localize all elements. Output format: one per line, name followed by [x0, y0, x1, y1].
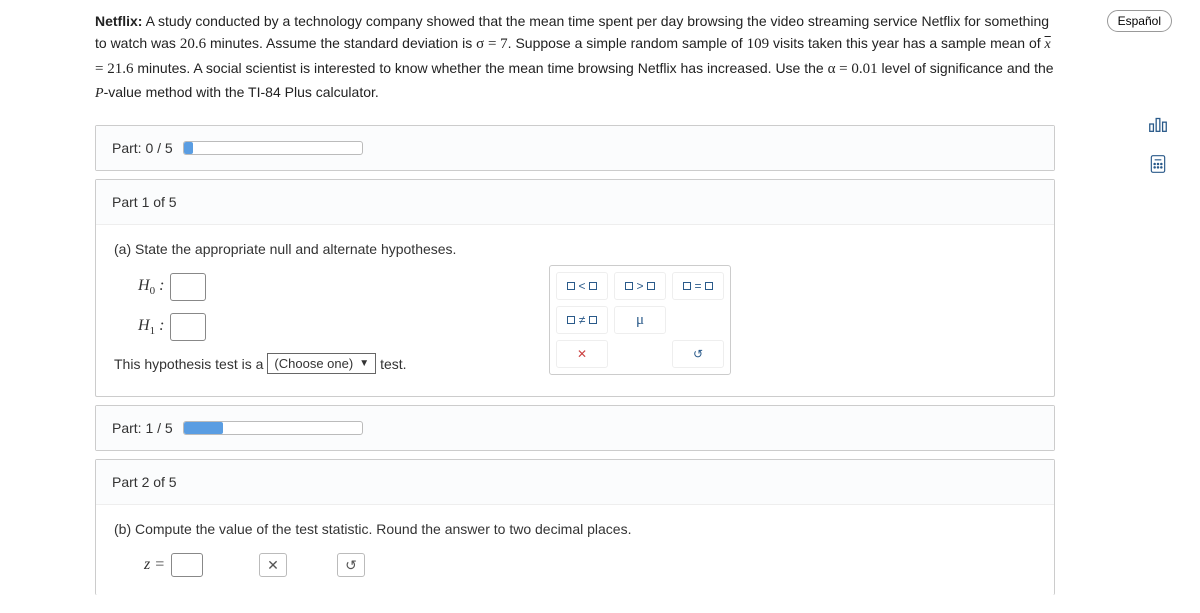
part-1-header: Part 1 of 5 [96, 180, 1054, 225]
lt-button[interactable]: < [556, 272, 608, 300]
sidebar-tools [1144, 110, 1172, 178]
language-button[interactable]: Español [1107, 10, 1172, 32]
ne-button[interactable]: ≠ [556, 306, 608, 334]
reset-button[interactable]: ↺ [672, 340, 724, 368]
z-input[interactable] [171, 553, 203, 577]
clear-button[interactable]: ✕ [556, 340, 608, 368]
bar-chart-icon[interactable] [1144, 110, 1172, 138]
part-0-progress-box: Part: 0 / 5 [95, 125, 1055, 171]
eq-button[interactable]: = [672, 272, 724, 300]
part-1-progress-label: Part: 1 / 5 [112, 420, 173, 436]
part-2-header: Part 2 of 5 [96, 460, 1054, 505]
chevron-down-icon: ▼ [359, 358, 369, 369]
symbol-palette: < > = ≠ μ ✕ ↺ [549, 265, 731, 375]
part-1-progress-box: Part: 1 / 5 [95, 405, 1055, 451]
z-label: z = [144, 556, 165, 574]
gt-button[interactable]: > [614, 272, 666, 300]
h1-label: H1 : [138, 317, 164, 337]
problem-statement: Netflix: A study conducted by a technolo… [95, 10, 1055, 105]
part-0-label: Part: 0 / 5 [112, 140, 173, 156]
question-b: (b) Compute the value of the test statis… [114, 521, 1036, 537]
test-type-dropdown[interactable]: (Choose one)▼ [267, 353, 376, 374]
h1-input[interactable] [170, 313, 206, 341]
h0-label: H0 : [138, 277, 164, 297]
part-2-box: Part 2 of 5 (b) Compute the value of the… [95, 459, 1055, 595]
clear-z-button[interactable]: ✕ [259, 553, 287, 577]
question-a: (a) State the appropriate null and alter… [114, 241, 1036, 257]
calculator-icon[interactable] [1144, 150, 1172, 178]
progress-bar-1 [183, 421, 363, 435]
progress-bar-0 [183, 141, 363, 155]
mu-button[interactable]: μ [614, 306, 666, 334]
part-1-box: Part 1 of 5 (a) State the appropriate nu… [95, 179, 1055, 397]
reset-z-button[interactable]: ↺ [337, 553, 365, 577]
h0-input[interactable] [170, 273, 206, 301]
